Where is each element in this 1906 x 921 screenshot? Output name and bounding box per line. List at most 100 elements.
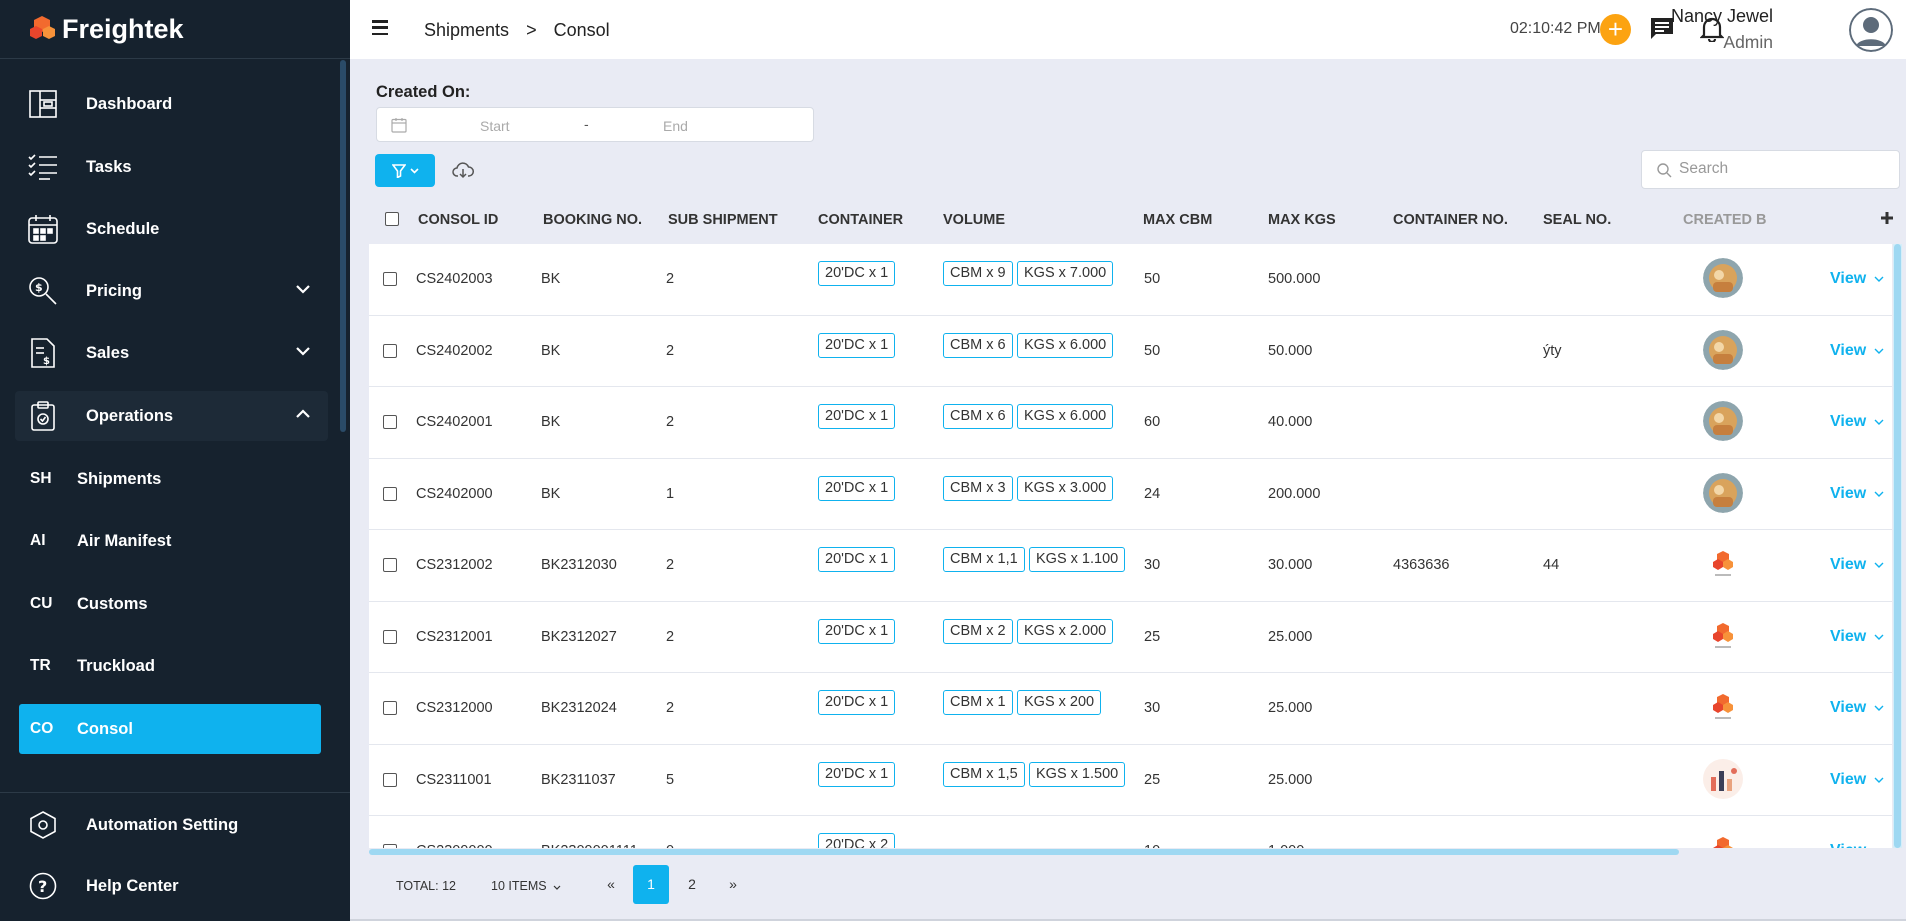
col-consol-id[interactable]: CONSOL ID	[418, 212, 498, 228]
row-checkbox[interactable]	[383, 415, 397, 429]
sidebar-subitem-air-manifest[interactable]: AI Air Manifest	[19, 516, 321, 566]
cbm-tag: CBM x 1,5	[943, 761, 1025, 787]
table-row[interactable]: CS2309000BK2309001111020'DC x 2101.000Vi…	[369, 816, 1892, 848]
table-row[interactable]: CS2311001 BK2311037 5 20'DC x 1 CBM x 1,5 KGS…	[369, 745, 1892, 816]
sidebar-item-help-center[interactable]: ? Help Center	[15, 861, 328, 911]
date-range-picker[interactable]: Start - End	[376, 107, 814, 142]
cell-max-cbm: 50	[1144, 342, 1161, 359]
view-button[interactable]: View	[1830, 628, 1884, 646]
page-button-1[interactable]: 1	[633, 865, 669, 904]
chevron-down-icon	[1874, 348, 1884, 354]
table-row[interactable]: CS2402003 BK 2 20'DC x 1 CBM x 9 KGS x 7.000 5…	[369, 244, 1892, 316]
page-button-2[interactable]: 2	[674, 865, 710, 904]
col-max-kgs[interactable]: MAX KGS	[1268, 212, 1336, 228]
start-date-input[interactable]: Start	[480, 118, 510, 134]
table-row[interactable]: CS2312002 BK2312030 2 20'DC x 1 CBM x 1,1 KGS…	[369, 530, 1892, 602]
pricing-icon: $	[23, 276, 63, 306]
view-button[interactable]: View	[1830, 699, 1884, 717]
table-row[interactable]: CS2402000 BK 1 20'DC x 1 CBM x 3 KGS x 3.000 2…	[369, 459, 1892, 530]
sidebar-item-label: Sales	[86, 343, 130, 362]
table-row[interactable]: CS2312001 BK2312027 2 20'DC x 1 CBM x 2 KGS x…	[369, 602, 1892, 673]
menu-toggle-icon[interactable]	[372, 20, 388, 35]
col-created-by[interactable]: CREATED B	[1683, 212, 1767, 228]
kgs-tag: KGS x 1.100	[1029, 547, 1126, 572]
kgs-tag: KGS x 1.500	[1029, 761, 1126, 787]
col-booking-no[interactable]: BOOKING NO.	[543, 212, 642, 228]
cell-max-cbm: 60	[1144, 414, 1161, 430]
cell-booking-no: BK2311037	[541, 771, 616, 788]
cell-max-cbm: 50	[1144, 271, 1161, 287]
cbm-tag: CBM x 1,1	[943, 547, 1025, 572]
col-container-no[interactable]: CONTAINER NO.	[1393, 212, 1508, 228]
next-page-button[interactable]: »	[715, 865, 751, 904]
view-button[interactable]: View	[1830, 413, 1884, 431]
cell-max-kgs: 30.000	[1268, 557, 1313, 573]
prev-page-button[interactable]: «	[593, 865, 629, 904]
cell-consol-id: CS2402000	[416, 485, 493, 502]
col-container[interactable]: CONTAINER	[818, 212, 903, 228]
date-separator: -	[584, 116, 589, 132]
creator-avatar	[1703, 687, 1743, 727]
kgs-tag: KGS x 6.000	[1017, 404, 1114, 429]
sidebar-item-operations[interactable]: Operations	[15, 391, 328, 441]
tasks-icon	[23, 153, 63, 181]
page-size-select[interactable]: 10 ITEMS	[491, 879, 561, 893]
vertical-scrollbar[interactable]	[1893, 244, 1902, 848]
cell-max-cbm: 30	[1144, 700, 1161, 716]
search-box[interactable]	[1641, 150, 1900, 189]
col-seal-no[interactable]: SEAL NO.	[1543, 212, 1611, 228]
cell-sub-shipment: 2	[666, 342, 675, 359]
col-max-cbm[interactable]: MAX CBM	[1143, 212, 1212, 228]
view-button[interactable]: View	[1830, 771, 1884, 789]
end-date-input[interactable]: End	[663, 118, 688, 134]
quick-add-button[interactable]: +	[1600, 14, 1631, 45]
sidebar-item-sales[interactable]: $ Sales	[15, 328, 328, 378]
row-checkbox[interactable]	[383, 629, 397, 644]
add-column-icon[interactable]	[1880, 211, 1894, 225]
sidebar-item-tasks[interactable]: Tasks	[15, 142, 328, 192]
table-row[interactable]: CS2402001 BK 2 20'DC x 1 CBM x 6 KGS x 6.000 6…	[369, 387, 1892, 459]
view-button[interactable]: View	[1830, 556, 1884, 574]
view-button[interactable]: View	[1830, 270, 1884, 288]
chevron-down-icon	[1874, 705, 1884, 711]
search-input[interactable]	[1679, 160, 1879, 178]
kgs-tag: KGS x 6.000	[1017, 332, 1114, 358]
row-checkbox[interactable]	[383, 558, 397, 572]
brand-logo[interactable]: Freightek	[0, 0, 350, 59]
row-checkbox[interactable]	[383, 701, 397, 715]
row-checkbox[interactable]	[383, 772, 397, 787]
sidebar-subitem-shipments[interactable]: SH Shipments	[19, 454, 321, 504]
creator-avatar	[1703, 758, 1743, 799]
sidebar-item-schedule[interactable]: Schedule	[15, 204, 328, 254]
col-sub-shipment[interactable]: SUB SHIPMENT	[668, 212, 778, 228]
sidebar-subitem-truckload[interactable]: TR Truckload	[19, 641, 321, 691]
sidebar-item-automation-setting[interactable]: Automation Setting	[15, 800, 328, 850]
col-volume[interactable]: VOLUME	[943, 212, 1005, 228]
sidebar-item-pricing[interactable]: $ Pricing	[15, 266, 328, 316]
automation-icon	[23, 811, 63, 839]
sidebar-subitem-customs[interactable]: CU Customs	[19, 579, 321, 629]
sidebar-scrollbar[interactable]	[340, 60, 346, 432]
row-checkbox[interactable]	[383, 486, 397, 501]
filter-button[interactable]	[375, 154, 435, 187]
table-row[interactable]: CS2312000 BK2312024 2 20'DC x 1 CBM x 1 KGS x…	[369, 673, 1892, 745]
kgs-tag: KGS x 7.000	[1017, 261, 1114, 286]
sidebar-item-dashboard[interactable]: Dashboard	[15, 79, 328, 129]
view-button[interactable]: View	[1830, 485, 1884, 503]
user-avatar[interactable]	[1849, 8, 1893, 52]
cell-booking-no: BK2312030	[541, 557, 617, 573]
cell-sub-shipment: 5	[666, 771, 675, 788]
view-button[interactable]: View	[1830, 342, 1884, 360]
cell-consol-id: CS2402003	[416, 271, 493, 287]
breadcrumb-shipments[interactable]: Shipments	[424, 20, 509, 40]
sidebar-subitem-consol[interactable]: CO Consol	[19, 704, 321, 754]
row-checkbox[interactable]	[383, 343, 397, 358]
cloud-download-icon[interactable]	[452, 161, 474, 184]
cell-consol-id: CS2311001	[416, 771, 492, 788]
table-row[interactable]: CS2402002 BK 2 20'DC x 1 CBM x 6 KGS x 6.000 5…	[369, 316, 1892, 387]
row-checkbox[interactable]	[383, 272, 397, 286]
select-all-checkbox[interactable]	[385, 212, 399, 226]
sidebar-subitem-abbr: SH	[30, 470, 52, 487]
horizontal-scrollbar[interactable]	[369, 848, 1902, 856]
chevron-down-icon	[1874, 562, 1884, 568]
